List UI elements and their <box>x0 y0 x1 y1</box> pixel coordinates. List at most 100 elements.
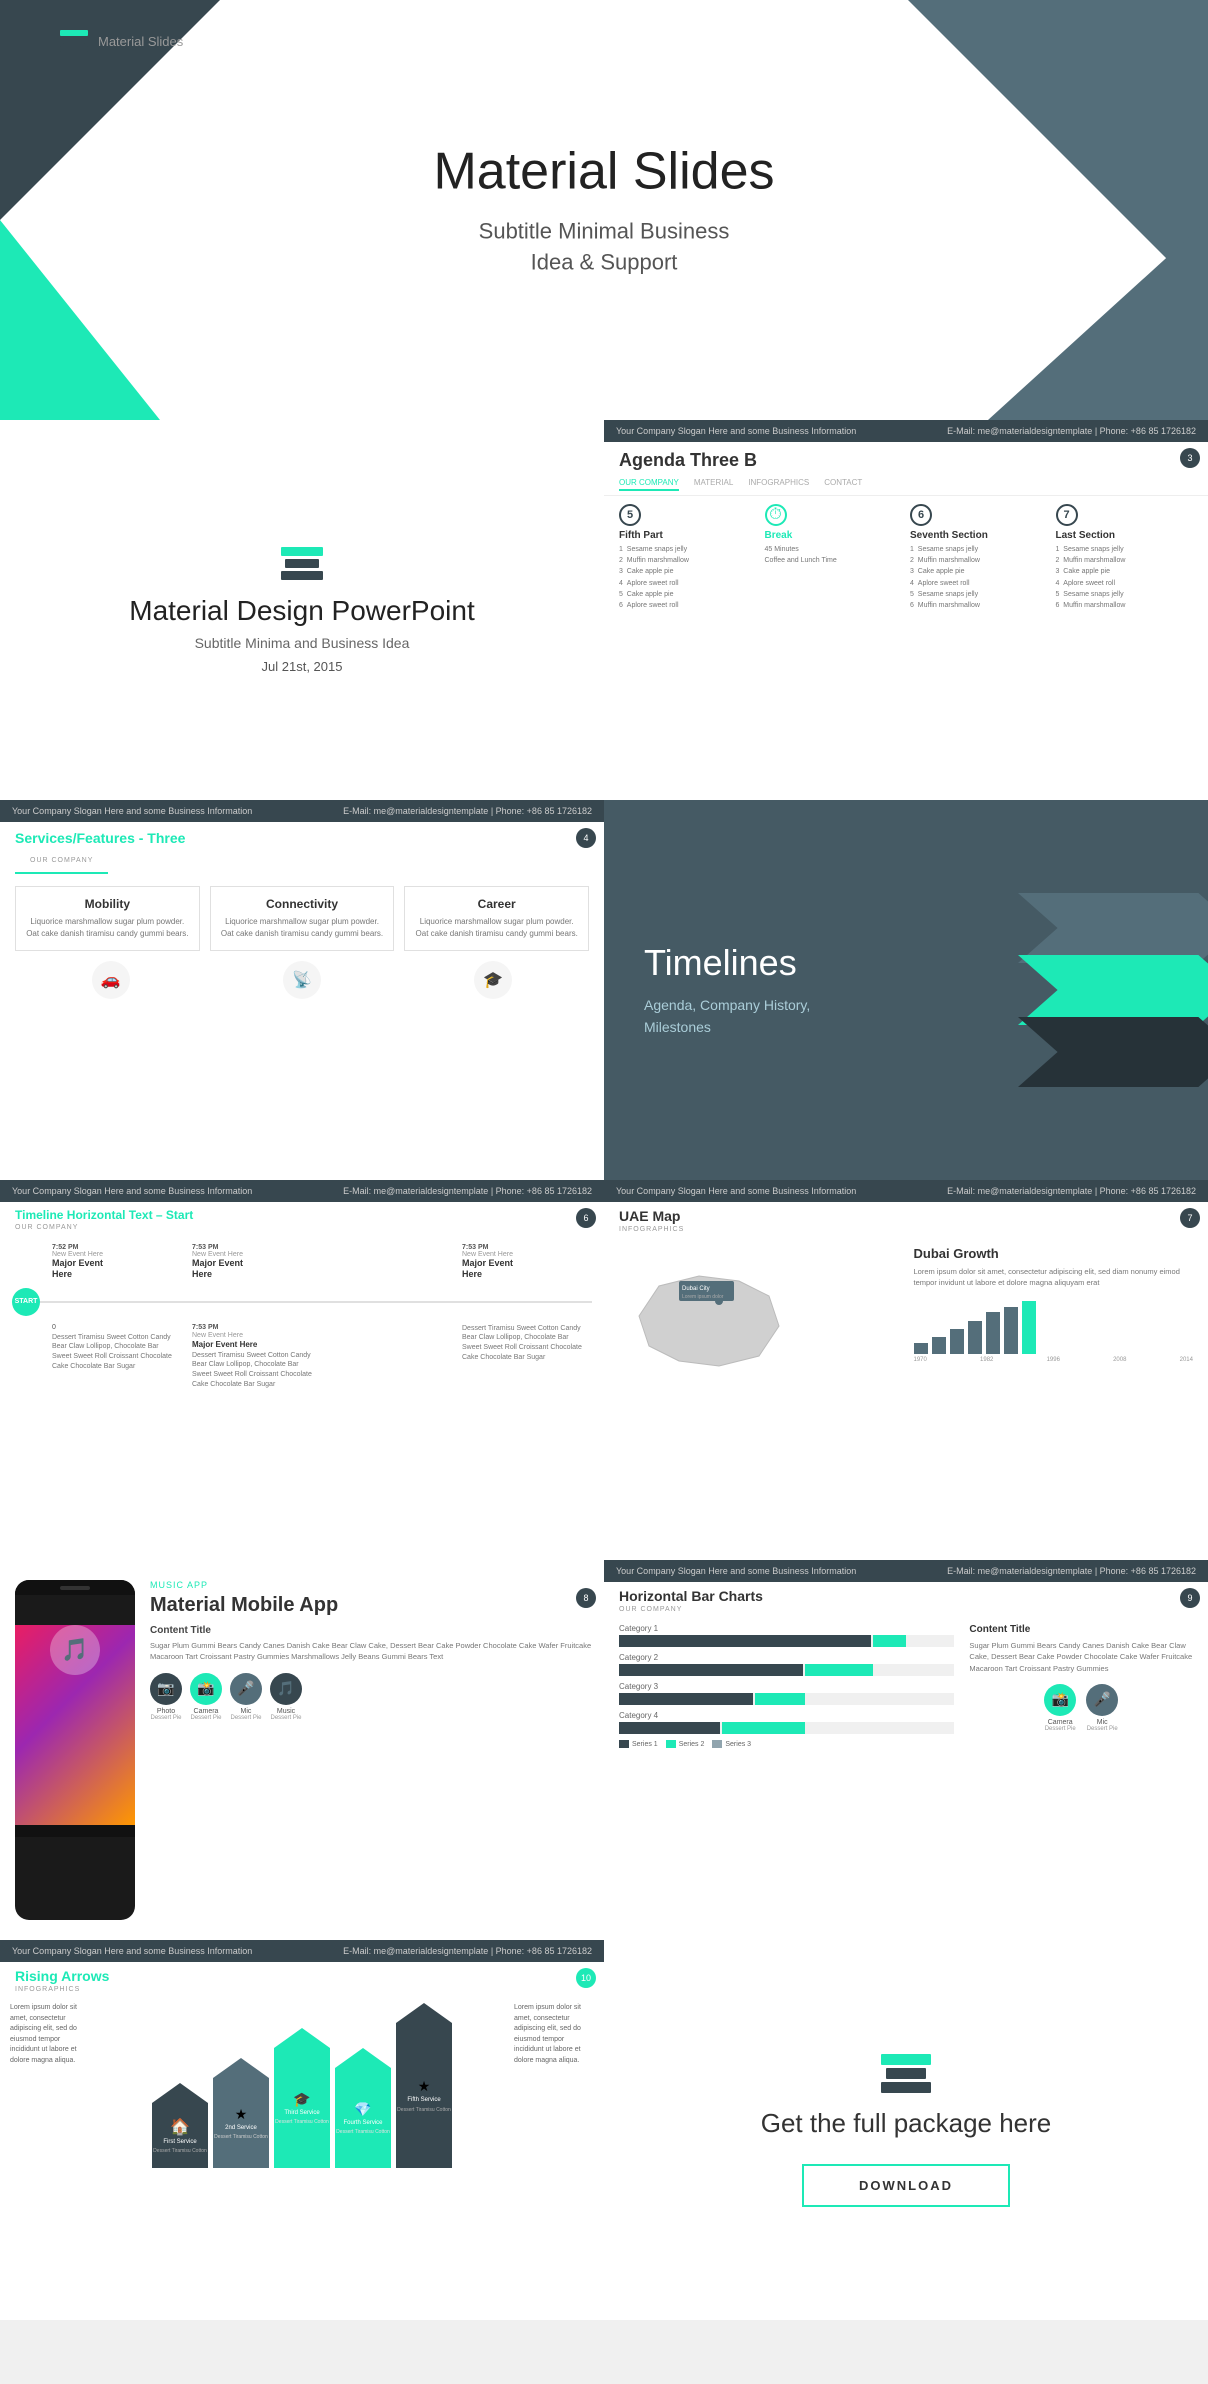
tab-our-company[interactable]: OUR COMPANY <box>619 478 679 491</box>
tl-num-6: 6 <box>910 504 932 526</box>
slide2-title: Material Design PowerPoint <box>129 595 475 627</box>
photo-sublabel: Dessert Pie <box>150 1715 182 1721</box>
category-1: Category 1 <box>619 1624 954 1647</box>
legend-label-3: Series 3 <box>725 1741 751 1748</box>
service-icons-row: 🚗 📡 🎓 <box>0 956 604 1009</box>
bar-2014b <box>1004 1307 1018 1354</box>
start-circle: START <box>12 1288 40 1316</box>
arrow-first: 🏠 First Service Dessert Tiramisu Cotton <box>152 2083 208 2168</box>
dubai-bar-chart <box>914 1299 1194 1354</box>
legend-3: Series 3 <box>712 1740 751 1748</box>
camera-icon: 📸 <box>190 1673 222 1705</box>
arrow-fourth-label: Fourth Service <box>343 2120 382 2127</box>
slide8-content-title: Content Title <box>150 1625 594 1636</box>
arrow-fifth-body: ★ Fifth Service Dessert Tiramisu Cotton <box>396 2023 452 2168</box>
slide4-title: Services/Features - Three <box>0 822 604 849</box>
arrow-fourth-sub: Dessert Tiramisu Cotton <box>336 2129 390 2135</box>
slide-4-services: Your Company Slogan Here and some Busine… <box>0 800 604 1180</box>
arrow-shapes <box>1018 893 1208 1087</box>
music-label: Music <box>270 1708 302 1715</box>
slide6-header: Your Company Slogan Here and some Busine… <box>0 1180 604 1202</box>
phone-screen: 🎵 <box>15 1625 135 1825</box>
slide3-timeline: 5 Fifth Part 1 Sesame snaps jelly2 Muffi… <box>604 504 1208 611</box>
desc2-event: New Event Here <box>192 1332 317 1339</box>
cat1-label: Category 1 <box>619 1624 954 1633</box>
desc1-num: 0 <box>52 1324 177 1331</box>
arrow-fifth-icon: ★ <box>418 2078 431 2095</box>
uae-map-svg: Dubai City Lorem ipsum dolor <box>619 1246 799 1386</box>
map-area: Dubai City Lorem ipsum dolor <box>619 1246 899 1391</box>
tl-num-break: ⏱ <box>765 504 787 526</box>
tab-material[interactable]: MATERIAL <box>694 478 733 491</box>
slide7-title: UAE Map <box>604 1202 1208 1226</box>
slide-1-title: Material Slides Material Slides Subtitle… <box>0 0 1208 420</box>
corner-decoration-br <box>988 220 1208 420</box>
timeline-bottom: 0 Dessert Tiramisu Sweet Cotton Candy Be… <box>12 1321 592 1393</box>
slide10-right-text: Lorem ipsum dolor sit amet, consectetur … <box>514 2003 594 2168</box>
legend-2: Series 2 <box>666 1740 705 1748</box>
desc2-text: Dessert Tiramisu Sweet Cotton Candy Bear… <box>192 1351 317 1390</box>
service-connectivity: Connectivity Liquorice marshmallow sugar… <box>210 886 395 951</box>
cat3-track <box>619 1693 954 1705</box>
slide10-header: Your Company Slogan Here and some Busine… <box>0 1940 604 1962</box>
app-icon-camera: 📸 Camera Dessert Pie <box>190 1673 222 1721</box>
legend-label-2: Series 2 <box>679 1741 705 1748</box>
arrow-third-label: Third Service <box>284 2110 319 2117</box>
desc2-title: Major Event Here <box>192 1340 317 1349</box>
camera-sublabel: Dessert Pie <box>190 1715 222 1721</box>
slide5-text: Timelines Agenda, Company History,Milest… <box>604 902 850 1079</box>
category-3: Category 3 <box>619 1682 954 1705</box>
tab-infographics[interactable]: INFOGRAPHICS <box>748 478 809 491</box>
slide2-subtitle: Subtitle Minima and Business Idea <box>195 635 410 651</box>
slide1-center: Material Slides Subtitle Minimal Busines… <box>433 142 774 279</box>
slide-5-timelines: Timelines Agenda, Company History,Milest… <box>604 800 1208 1180</box>
phone-app-icon: 🎵 <box>50 1625 100 1675</box>
logo-icon <box>60 30 88 52</box>
legend: Series 1 Series 2 Series 3 <box>619 1740 954 1748</box>
slide9-subtitle: OUR COMPANY <box>604 1606 1208 1619</box>
arrow-2 <box>1018 955 1208 1025</box>
phone-bottom <box>15 1825 135 1837</box>
slide7-number: 7 <box>1180 1208 1200 1228</box>
icon-car: 🚗 <box>92 961 130 999</box>
music-icon: 🎵 <box>270 1673 302 1705</box>
bar-1982 <box>932 1337 946 1354</box>
slide10-number: 10 <box>576 1968 596 1988</box>
arrow-fourth-icon: 💎 <box>354 2101 371 2118</box>
camera-label: Camera <box>190 1708 222 1715</box>
event1-time: 7:52 PM <box>52 1244 177 1251</box>
logo-text: Material Slides <box>98 34 183 49</box>
arrow-fifth-head <box>396 2003 452 2023</box>
arrow-second: ★ 2nd Service Dessert Tiramisu Cotton <box>213 2058 269 2168</box>
tl-title-7: Last Section <box>1056 530 1194 541</box>
arrow-second-sub: Dessert Tiramisu Cotton <box>214 2134 268 2140</box>
slide11-title: Get the full package here <box>761 2108 1052 2139</box>
arrow-1 <box>1018 893 1208 963</box>
slide5-title: Timelines <box>644 942 810 984</box>
cat4-label: Category 4 <box>619 1711 954 1720</box>
slide9-right: Content Title Sugar Plum Gummi Bears Can… <box>969 1624 1193 1748</box>
desc-2: 7:53 PM New Event Here Major Event Here … <box>187 1321 322 1393</box>
slide3-tabs: OUR COMPANY MATERIAL INFOGRAPHICS CONTAC… <box>604 474 1208 496</box>
cat1-bar1 <box>619 1635 871 1647</box>
desc3-text: Dessert Tiramisu Sweet Cotton Candy Bear… <box>462 1324 587 1363</box>
slide10-content: Lorem ipsum dolor sit amet, consectetur … <box>0 1998 604 2173</box>
event3-label: New Event Here <box>462 1251 587 1258</box>
phone-speaker <box>60 1586 90 1590</box>
slide9-header: Your Company Slogan Here and some Busine… <box>604 1560 1208 1582</box>
service-career-title: Career <box>415 897 578 911</box>
desc-3: Dessert Tiramisu Sweet Cotton Candy Bear… <box>457 1321 592 1366</box>
timeline-line-row: START <box>12 1283 592 1321</box>
download-button[interactable]: DOWNLOAD <box>802 2164 1010 2207</box>
arrow-second-label: 2nd Service <box>225 2125 257 2132</box>
s9-camera-sub: Dessert Pie <box>1044 1726 1076 1732</box>
bar-2008 <box>968 1321 982 1354</box>
event-3: 7:53 PM New Event Here Major EventHere <box>457 1241 592 1283</box>
service-mobility: Mobility Liquorice marshmallow sugar plu… <box>15 886 200 951</box>
tl-num-7: 7 <box>1056 504 1078 526</box>
slide8-app-label: Music App <box>150 1580 594 1590</box>
tab-contact[interactable]: CONTACT <box>824 478 862 491</box>
app-icon-mic: 🎤 Mic Dessert Pie <box>230 1673 262 1721</box>
arrow-second-icon: ★ <box>235 2106 248 2123</box>
cat1-track <box>619 1635 954 1647</box>
